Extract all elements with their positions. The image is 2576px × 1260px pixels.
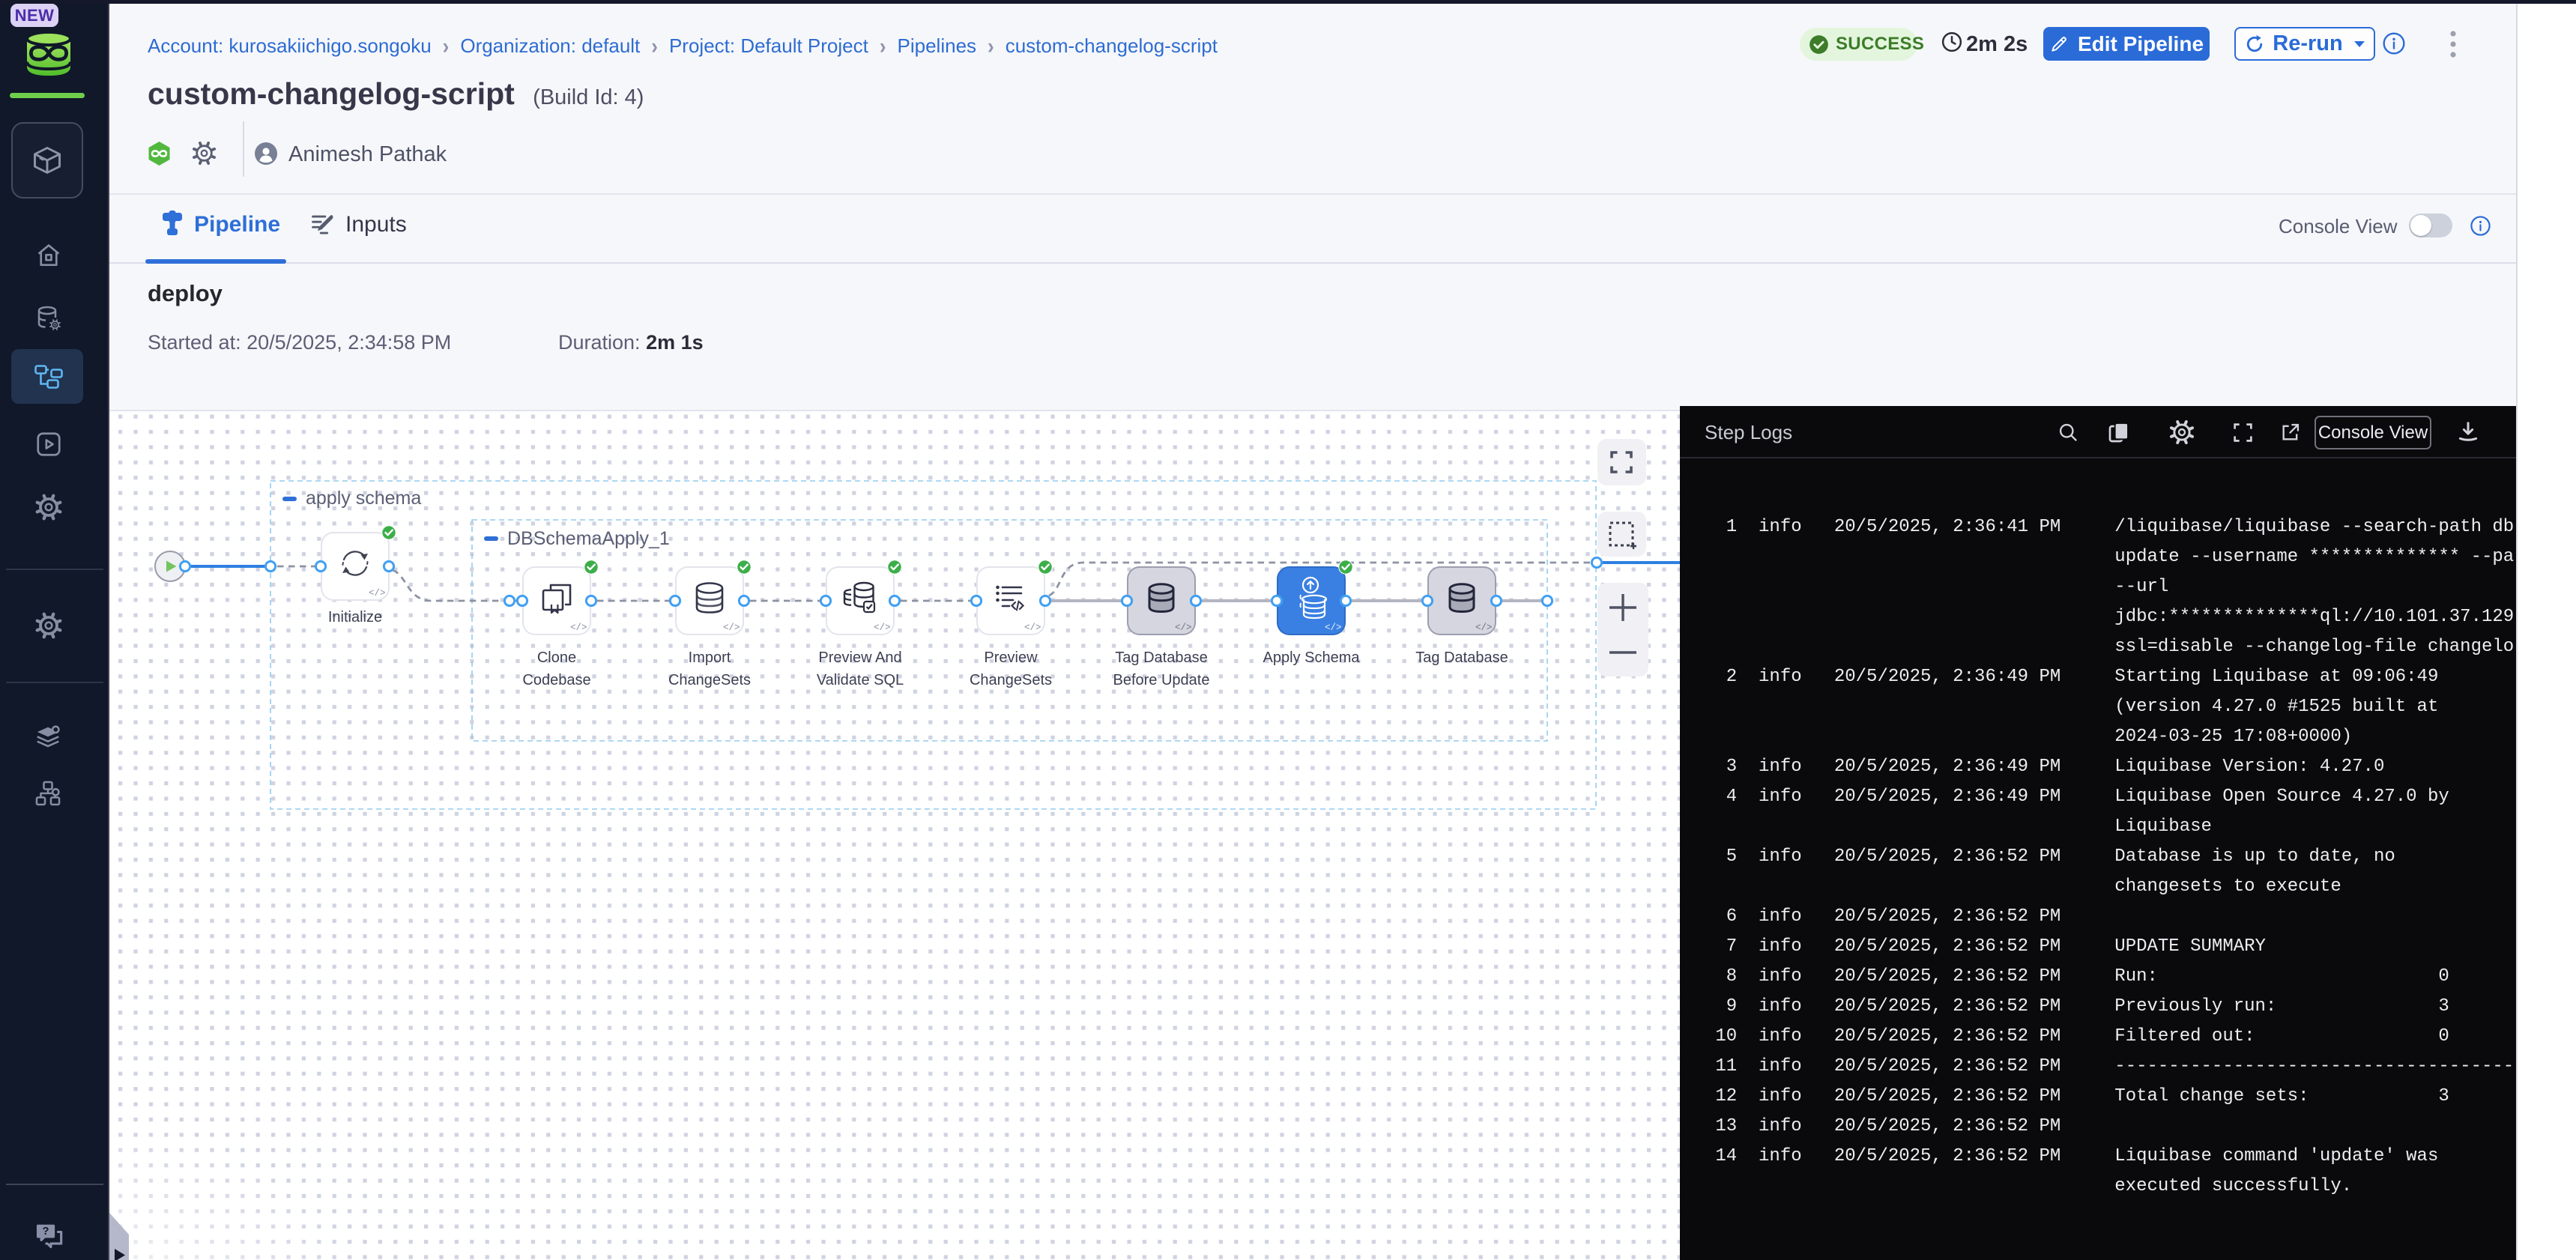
svg-text:ChangeSets: ChangeSets: [668, 672, 751, 688]
svg-text:Validate SQL: Validate SQL: [817, 672, 904, 688]
svg-text:</>: </>: [1175, 623, 1192, 633]
svg-text:</>: </>: [369, 588, 386, 599]
svg-text:ChangeSets: ChangeSets: [970, 672, 1052, 688]
svg-text:Tag Database: Tag Database: [1115, 649, 1207, 666]
svg-text:DBSchemaApply_1: DBSchemaApply_1: [507, 528, 670, 549]
svg-text:?: ?: [42, 1226, 49, 1238]
svg-text:Before Update: Before Update: [1113, 672, 1210, 688]
svg-text:Preview: Preview: [984, 649, 1038, 666]
svg-text:apply schema: apply schema: [306, 488, 421, 509]
svg-text:Import: Import: [689, 649, 731, 666]
svg-text:Codebase: Codebase: [522, 672, 590, 688]
svg-text:Tag Database: Tag Database: [1415, 649, 1508, 666]
svg-text:</>: </>: [570, 623, 587, 633]
svg-text:</>: </>: [1024, 623, 1041, 633]
svg-text:Clone: Clone: [537, 649, 576, 666]
svg-text:</>: </>: [1475, 623, 1493, 633]
svg-text:</>: </>: [723, 623, 740, 633]
svg-text:</>: </>: [1325, 623, 1342, 633]
svg-text:</>: </>: [874, 623, 891, 633]
svg-text:Preview And: Preview And: [818, 649, 901, 666]
svg-text:Initialize: Initialize: [328, 609, 382, 626]
svg-text:Apply Schema: Apply Schema: [1263, 649, 1361, 666]
